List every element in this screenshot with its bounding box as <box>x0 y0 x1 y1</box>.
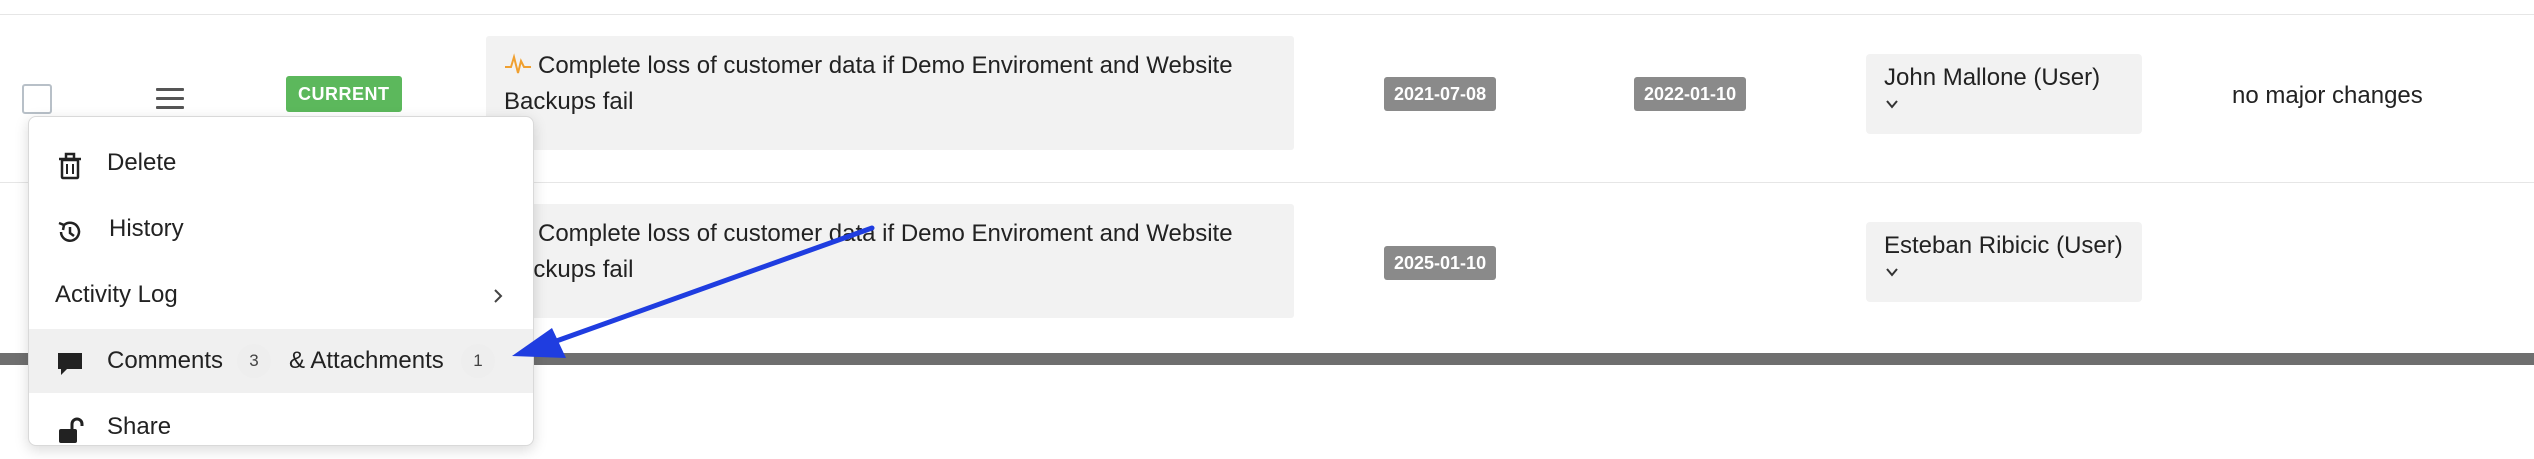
owner-selector[interactable]: John Mallone (User) <box>1866 54 2142 134</box>
owner-name: John Mallone (User) <box>1884 64 2101 91</box>
menu-item-label: Activity Log <box>55 281 178 308</box>
attachments-count-badge: 1 <box>461 344 495 378</box>
row-context-menu: Delete History Activity Log Comments 3 &… <box>28 116 534 446</box>
menu-item-history[interactable]: History <box>29 197 533 261</box>
comment-icon <box>58 353 82 375</box>
menu-item-label: Share <box>107 413 172 440</box>
menu-item-label: Comments <box>107 347 224 374</box>
date-badge: 2022-01-10 <box>1634 77 1747 111</box>
chevron-right-icon <box>494 289 503 303</box>
menu-item-delete[interactable]: Delete <box>29 131 533 195</box>
risk-title-box[interactable]: Complete loss of customer data if Demo E… <box>486 204 1294 318</box>
risk-title: Complete loss of customer data if Demo E… <box>504 220 1233 283</box>
chevron-down-icon <box>1886 268 1898 277</box>
owner-name: Esteban Ribicic (User) <box>1884 232 2123 259</box>
menu-item-activity-log[interactable]: Activity Log <box>29 263 533 327</box>
history-icon <box>58 221 81 242</box>
chevron-down-icon <box>1886 100 1898 109</box>
trash-icon <box>59 152 81 180</box>
owner-selector[interactable]: Esteban Ribicic (User) <box>1866 222 2142 302</box>
table-top-border <box>0 14 2534 15</box>
risk-title-box[interactable]: Complete loss of customer data if Demo E… <box>486 36 1294 150</box>
date-badge: 2021-07-08 <box>1384 77 1497 111</box>
menu-item-share[interactable]: Share <box>29 395 533 459</box>
comments-count-badge: 3 <box>237 344 271 378</box>
attachments-label: & Attachments <box>289 347 444 374</box>
risk-title: Complete loss of customer data if Demo E… <box>504 52 1233 115</box>
menu-item-label: Delete <box>107 149 177 176</box>
unlock-icon <box>59 417 84 443</box>
change-note: no major changes <box>2232 82 2423 109</box>
pulse-icon <box>505 53 531 74</box>
date-badge: 2025-01-10 <box>1384 246 1497 280</box>
menu-item-comments-attachments[interactable]: Comments 3 & Attachments 1 <box>29 329 533 393</box>
status-badge: CURRENT <box>286 76 402 112</box>
row-checkbox[interactable] <box>22 84 52 114</box>
menu-item-label: History <box>109 215 184 242</box>
hamburger-icon[interactable] <box>156 88 184 110</box>
